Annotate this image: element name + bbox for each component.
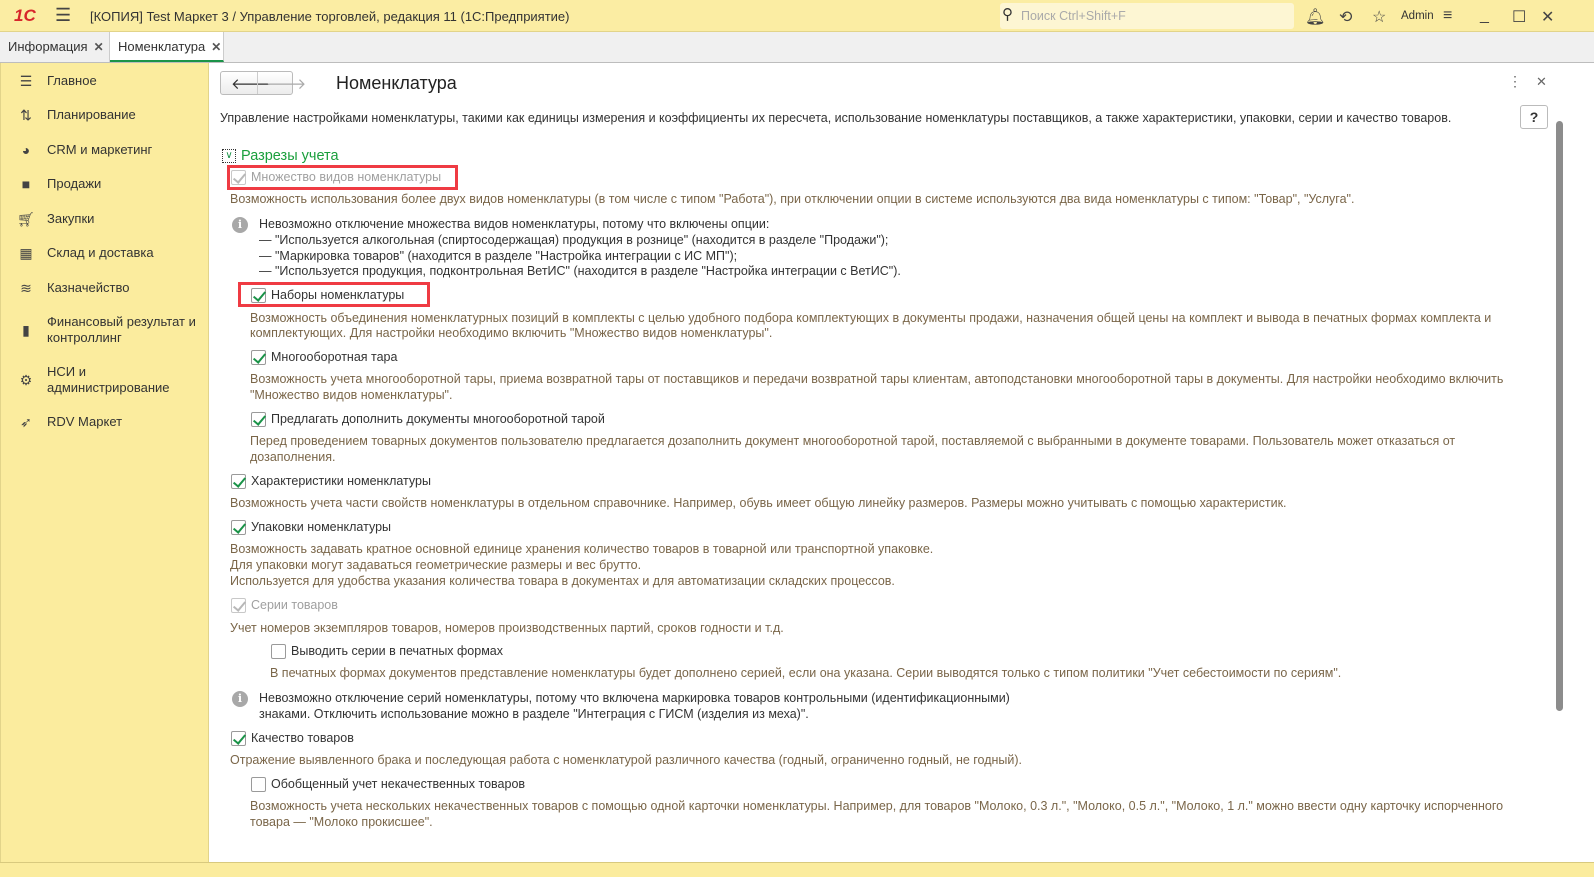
planning-icon: ⇅ xyxy=(20,107,32,123)
series-checkbox[interactable] xyxy=(231,598,246,613)
search-input[interactable]: ⚲ Поиск Ctrl+Shift+F xyxy=(1000,3,1294,29)
coins-icon: ≋ xyxy=(20,280,32,296)
more-icon[interactable]: ⋮ xyxy=(1508,73,1522,90)
multi-kinds-desc: Возможность использования более двух вид… xyxy=(230,192,1355,206)
sets-desc: Возможность объединения номенклатурных п… xyxy=(250,311,1492,325)
close-icon[interactable]: ✕ xyxy=(94,40,104,54)
search-placeholder: Поиск Ctrl+Shift+F xyxy=(1021,9,1126,23)
sidebar-item-label: Главное xyxy=(47,73,97,88)
characteristics-checkbox[interactable] xyxy=(231,474,246,489)
chevron-down-icon[interactable]: ∨ xyxy=(222,149,236,163)
tab-nomenclature[interactable]: Номенклатура ✕ xyxy=(110,32,224,62)
tab-information[interactable]: Информация ✕ xyxy=(0,32,110,62)
list-icon: ☰ xyxy=(19,73,33,89)
quality-checkbox[interactable] xyxy=(231,731,246,746)
intro-text: Управление настройками номенклатуры, так… xyxy=(220,111,1452,125)
cart-icon: 🛒︎ xyxy=(17,211,35,227)
sidebar-item-label: Казначейство xyxy=(47,280,130,295)
close-icon[interactable]: ✕ xyxy=(211,40,221,54)
packs-desc: Возможность задавать кратное основной ед… xyxy=(230,542,934,556)
sidebar-item-label: RDV Маркет xyxy=(47,414,123,429)
info-text: — "Используется алкогольная (спиртосодер… xyxy=(259,233,889,247)
sidebar-item-label: Продажи xyxy=(47,176,102,191)
rocket-icon: ➶ xyxy=(20,414,32,430)
characteristics-desc: Возможность учета части свойств номенкла… xyxy=(230,496,1287,510)
close-form-icon[interactable]: ✕ xyxy=(1536,74,1547,90)
scrollbar[interactable] xyxy=(1556,107,1564,847)
pie-chart-icon: ◕ xyxy=(21,142,31,158)
tare-label: Многооборотная тара xyxy=(271,350,398,364)
print-series-label: Выводить серии в печатных формах xyxy=(291,644,504,658)
search-icon: ⚲ xyxy=(1002,6,1013,23)
close-window-icon[interactable]: ✕ xyxy=(1541,7,1554,27)
gear-icon: ⚙ xyxy=(19,372,33,388)
sets-label: Наборы номенклатуры xyxy=(271,288,405,302)
info-text: — "Используется продукция, подконтрольна… xyxy=(259,264,901,278)
packs-desc: Используется для удобства указания колич… xyxy=(230,574,895,588)
print-series-checkbox[interactable] xyxy=(271,644,286,659)
settings-menu-icon[interactable]: ≡ xyxy=(1443,7,1452,25)
sets-checkbox[interactable] xyxy=(251,288,266,303)
user-name[interactable]: Admin xyxy=(1401,10,1434,22)
tare-checkbox[interactable] xyxy=(251,350,266,365)
tab-label: Номенклатура xyxy=(118,39,206,54)
sidebar: ☰ Главное ⇅ Планирование ◕ CRM и маркетинг … xyxy=(0,63,209,877)
page-title: Номенклатура xyxy=(336,73,457,93)
window-title: [КОПИЯ] Test Маркет 3 / Управление торго… xyxy=(90,9,570,24)
tab-label: Информация xyxy=(8,39,88,54)
defects-label: Обобщенный учет некачественных товаров xyxy=(271,777,526,791)
multi-kinds-label: Множество видов номенклатуры xyxy=(251,170,442,184)
bell-icon[interactable]: 🔔︎ xyxy=(1305,7,1325,27)
sets-desc: комплектующих. Для настройки необходимо … xyxy=(250,326,773,340)
bottom-border xyxy=(0,862,1594,877)
scrollbar-thumb[interactable] xyxy=(1556,121,1563,711)
nav-buttons: 🡐 🡒 xyxy=(220,71,306,95)
menu-icon[interactable]: ☰ xyxy=(55,5,71,26)
quality-label: Качество товаров xyxy=(251,731,354,745)
sidebar-item-label: НСИ и администрирование xyxy=(47,364,170,395)
info-text: Невозможно отключение множества видов но… xyxy=(259,217,770,231)
defects-checkbox[interactable] xyxy=(251,777,266,792)
series-desc: Учет номеров экземпляров товаров, номеро… xyxy=(230,621,784,635)
info-icon: i xyxy=(232,691,248,707)
defects-desc: товара — "Молоко прокисшее". xyxy=(250,815,433,829)
sidebar-item-label: Планирование xyxy=(47,107,136,122)
tab-bar: Информация ✕ Номенклатура ✕ xyxy=(0,32,1594,63)
maximize-icon[interactable]: ☐ xyxy=(1512,7,1526,27)
grid-icon: ▦ xyxy=(19,245,33,261)
info-text: Невозможно отключение серий номенклатуры… xyxy=(259,691,1010,705)
1c-logo: 1С xyxy=(14,6,36,25)
info-text: знаками. Отключить использование можно в… xyxy=(259,707,809,721)
title-bar: 1С ☰ [КОПИЯ] Test Маркет 3 / Управление … xyxy=(0,0,1594,32)
tare-desc: Возможность учета многооборотной тары, п… xyxy=(250,372,1504,386)
quality-desc: Отражение выявленного брака и последующа… xyxy=(230,753,1023,767)
forward-button[interactable]: 🡒 xyxy=(266,74,306,93)
section-title[interactable]: Разрезы учета xyxy=(241,148,339,164)
packs-desc: Для упаковки могут задаваться геометриче… xyxy=(230,558,642,572)
multi-kinds-checkbox[interactable] xyxy=(231,170,246,185)
offer-tare-label: Предлагать дополнить документы многообор… xyxy=(271,412,605,426)
minimize-icon[interactable]: _ xyxy=(1480,7,1489,25)
packs-label: Упаковки номенклатуры xyxy=(251,520,392,534)
sidebar-item-label: CRM и маркетинг xyxy=(47,142,153,157)
bar-chart-icon: ▮ xyxy=(22,322,30,338)
sidebar-item-label: Закупки xyxy=(47,211,95,226)
help-button[interactable]: ? xyxy=(1520,105,1548,129)
offer-tare-desc: Перед проведением товарных документов по… xyxy=(250,434,1456,448)
series-label: Серии товаров xyxy=(251,598,338,612)
tare-desc: "Множество видов номенклатуры". xyxy=(250,388,453,402)
history-icon[interactable]: ⟲ xyxy=(1339,7,1352,27)
offer-tare-checkbox[interactable] xyxy=(251,412,266,427)
sidebar-item-label: Финансовый результат и контроллинг xyxy=(47,314,196,345)
packs-checkbox[interactable] xyxy=(231,520,246,535)
print-series-desc: В печатных формах документов представлен… xyxy=(270,666,1342,680)
defects-desc: Возможность учета нескольких некачествен… xyxy=(250,799,1504,813)
characteristics-label: Характеристики номенклатуры xyxy=(251,474,431,488)
offer-tare-desc: дозаполнения. xyxy=(250,450,336,464)
sidebar-item-label: Склад и доставка xyxy=(47,245,154,260)
bag-icon: ■ xyxy=(21,176,31,192)
star-icon[interactable]: ☆ xyxy=(1372,7,1386,27)
info-text: — "Маркировка товаров" (находится в разд… xyxy=(259,249,738,263)
info-icon: i xyxy=(232,217,248,233)
